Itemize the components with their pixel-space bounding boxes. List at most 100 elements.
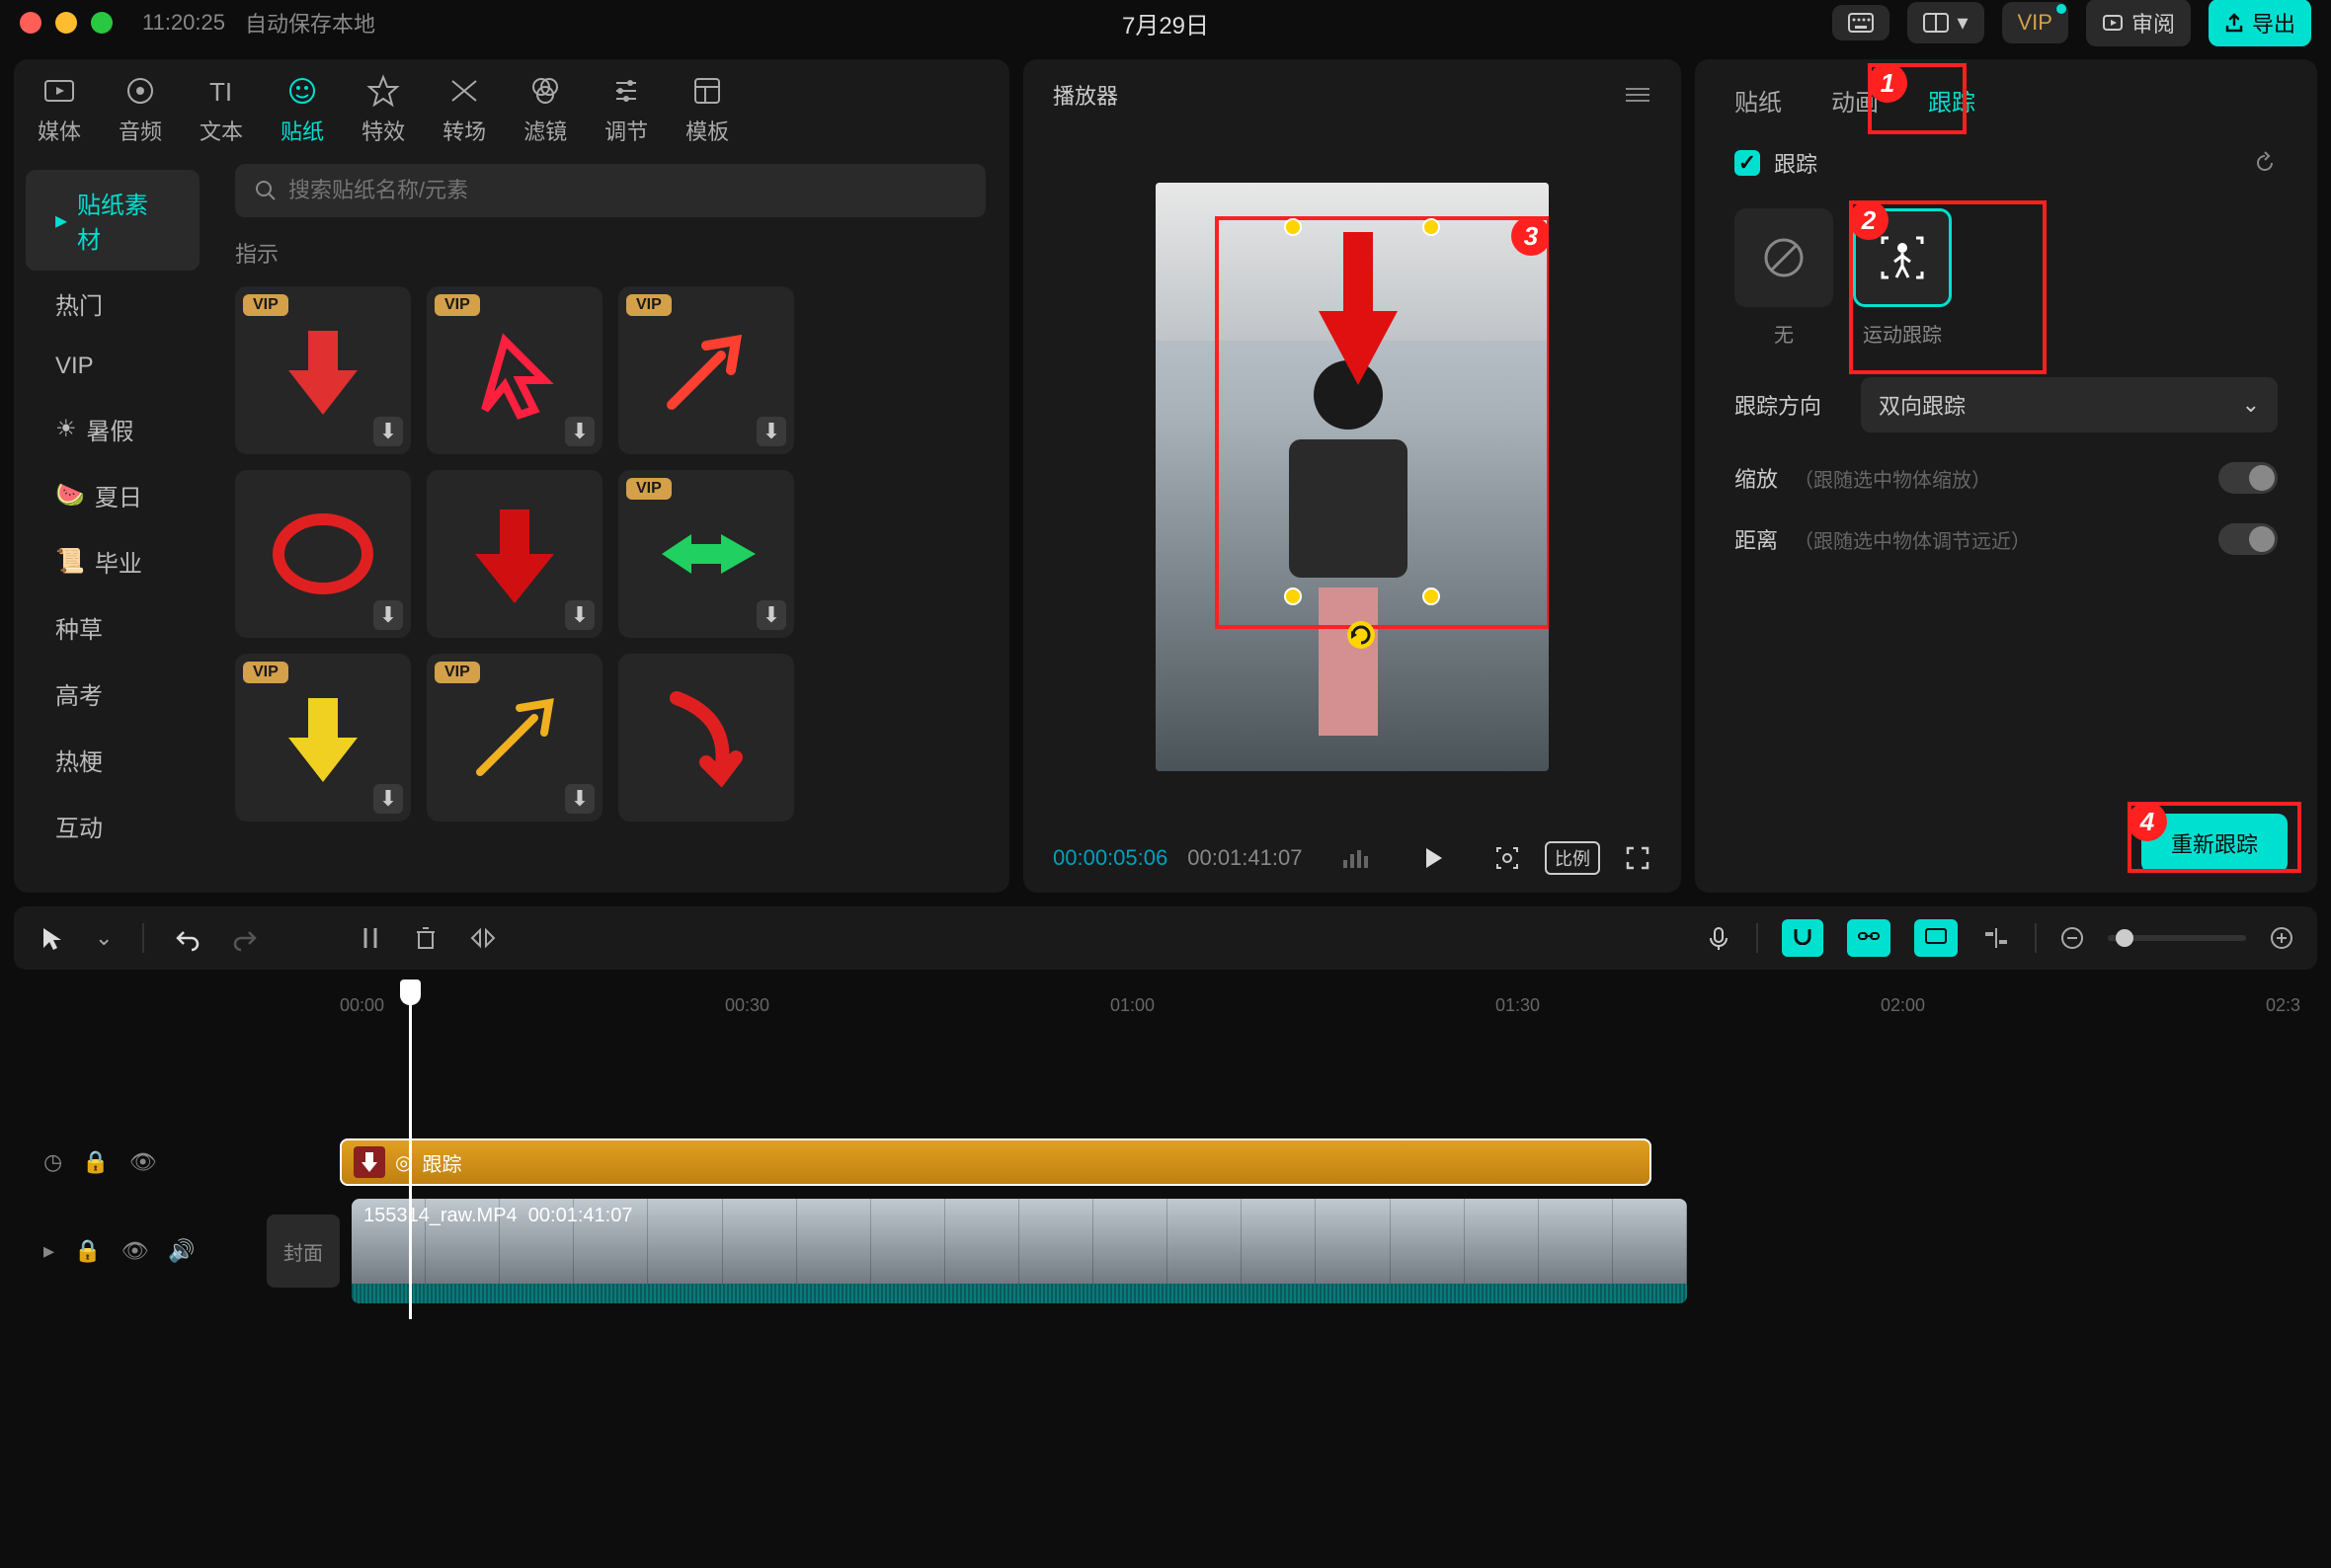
cover-button[interactable]: 封面 [267, 1215, 340, 1288]
mirror-tool[interactable] [468, 924, 498, 952]
link-tool[interactable] [1847, 919, 1890, 957]
mute-icon[interactable]: 🔊 [168, 1238, 195, 1264]
undo-button[interactable] [174, 924, 201, 952]
tab-audio[interactable]: 音频 [119, 73, 162, 146]
review-button[interactable]: 审阅 [2086, 0, 2191, 46]
annotation-box-1: 1 [1868, 63, 1967, 134]
download-button[interactable]: ⬇ [373, 784, 403, 814]
tool-dropdown[interactable]: ⌄ [95, 925, 113, 951]
lock-icon[interactable]: 🔒 [74, 1238, 101, 1264]
lock-icon[interactable]: 🔒 [82, 1149, 109, 1175]
volume-bars-icon[interactable] [1341, 846, 1371, 870]
delete-tool[interactable] [413, 924, 439, 952]
sidebar-item-summer[interactable]: 🍉夏日 [26, 462, 200, 528]
redo-button[interactable] [231, 924, 259, 952]
sidebar-item-graduation[interactable]: 📜毕业 [26, 528, 200, 594]
track-option-none[interactable]: 无 [1734, 208, 1833, 348]
focus-icon[interactable] [1493, 844, 1521, 872]
split-tool[interactable] [358, 924, 383, 952]
video-track-icon[interactable]: ▸ [43, 1238, 54, 1264]
timeline-toolbar: ⌄ [14, 906, 2317, 970]
tab-transition[interactable]: 转场 [442, 73, 486, 146]
download-button[interactable]: ⬇ [565, 784, 595, 814]
download-button[interactable]: ⬇ [565, 600, 595, 630]
align-tool[interactable] [1981, 926, 2011, 950]
transform-handle[interactable] [1422, 218, 1440, 236]
download-button[interactable]: ⬇ [757, 600, 786, 630]
sidebar-item-grass[interactable]: 种草 [26, 594, 200, 661]
maximize-window[interactable] [91, 12, 113, 34]
sidebar-item-gaokao[interactable]: 高考 [26, 661, 200, 727]
tab-effect[interactable]: 特效 [362, 73, 405, 146]
track-checkbox[interactable]: ✓ [1734, 150, 1760, 176]
download-button[interactable]: ⬇ [565, 417, 595, 446]
eye-icon[interactable]: 👁 [121, 1238, 148, 1264]
sticker-clip[interactable]: ◎ 跟踪 [340, 1138, 1651, 1186]
download-button[interactable]: ⬇ [757, 417, 786, 446]
sidebar-item-material[interactable]: ▸贴纸素材 [26, 170, 200, 271]
sticker-item[interactable]: VIP ⬇ [427, 654, 603, 822]
search-input[interactable] [288, 178, 966, 203]
fullscreen-icon[interactable] [1624, 844, 1651, 872]
sticker-item[interactable]: VIP⬇ [618, 470, 794, 638]
vip-button[interactable]: VIP [2002, 2, 2068, 43]
sticker-item[interactable]: VIP⬇ [235, 286, 411, 454]
magnet-tool[interactable] [1782, 919, 1823, 957]
sticker-item[interactable]: VIP⬇ [427, 286, 603, 454]
tab-filter[interactable]: 滤镜 [523, 73, 567, 146]
tab-media[interactable]: 媒体 [38, 73, 81, 146]
sticker-item[interactable]: VIP⬇ [235, 654, 411, 822]
sidebar-item-vip[interactable]: VIP [26, 337, 200, 396]
ratio-button[interactable]: 比例 [1545, 841, 1600, 875]
preview-tool[interactable] [1914, 919, 1958, 957]
sticker-overlay-icon[interactable] [1304, 222, 1412, 400]
red-circle-icon [264, 495, 382, 613]
distance-toggle[interactable] [2218, 523, 2278, 555]
minimize-window[interactable] [55, 12, 77, 34]
rotate-handle-icon[interactable] [1343, 617, 1379, 653]
zoom-slider[interactable] [2108, 935, 2246, 941]
transform-handle[interactable] [1284, 218, 1302, 236]
sidebar-item-hot[interactable]: 热门 [26, 271, 200, 337]
transform-handle[interactable] [1284, 588, 1302, 605]
play-button[interactable] [1420, 845, 1446, 871]
clock-icon[interactable]: ◷ [43, 1149, 62, 1175]
direction-select[interactable]: 双向跟踪⌄ [1861, 377, 2278, 432]
video-clip[interactable]: 155314_raw.MP4 00:01:41:07 [352, 1199, 1687, 1303]
eye-icon[interactable]: 👁 [129, 1149, 157, 1175]
search-bar[interactable] [235, 164, 986, 217]
sticker-item[interactable]: ⬇ [235, 470, 411, 638]
scale-toggle[interactable] [2218, 462, 2278, 494]
tab-template[interactable]: 模板 [685, 73, 729, 146]
sidebar-item-interact[interactable]: 互动 [26, 793, 200, 859]
timeline[interactable]: 00:00 00:30 01:00 01:30 02:00 02:3 ◷ 🔒 👁… [14, 983, 2317, 1305]
hamburger-icon[interactable] [1624, 85, 1651, 105]
transform-handle[interactable] [1422, 588, 1440, 605]
reset-icon[interactable] [2252, 150, 2278, 176]
vip-tag: VIP [435, 662, 480, 683]
sticker-item[interactable]: ⬇ [427, 470, 603, 638]
zoom-out-button[interactable] [2060, 926, 2084, 950]
cursor-tool[interactable] [38, 924, 65, 952]
download-button[interactable]: ⬇ [373, 600, 403, 630]
tab-prop-sticker[interactable]: 贴纸 [1734, 83, 1782, 118]
close-window[interactable] [20, 12, 41, 34]
sidebar-item-summer-vac[interactable]: ☀暑假 [26, 396, 200, 462]
tab-text[interactable]: TI文本 [200, 73, 243, 146]
mic-icon[interactable] [1705, 924, 1732, 952]
sticker-grid: VIP⬇ VIP⬇ VIP⬇ ⬇ ⬇ VIP⬇ VIP⬇ VIP⬇ [235, 286, 986, 822]
export-button[interactable]: 导出 [2209, 0, 2311, 46]
sticker-item[interactable] [618, 654, 794, 822]
time-ruler[interactable]: 00:00 00:30 01:00 01:30 02:00 02:3 [14, 983, 2317, 1029]
playhead[interactable] [409, 983, 412, 1319]
layout-button[interactable]: ▾ [1907, 2, 1983, 43]
tab-sticker[interactable]: 贴纸 [281, 73, 324, 146]
audio-waveform [352, 1284, 1687, 1303]
sidebar-item-meme[interactable]: 热梗 [26, 727, 200, 793]
preview-area[interactable]: 3 [1023, 130, 1681, 823]
keyboard-button[interactable] [1832, 5, 1889, 40]
tab-adjust[interactable]: 调节 [604, 73, 648, 146]
zoom-in-button[interactable] [2270, 926, 2293, 950]
download-button[interactable]: ⬇ [373, 417, 403, 446]
sticker-item[interactable]: VIP⬇ [618, 286, 794, 454]
